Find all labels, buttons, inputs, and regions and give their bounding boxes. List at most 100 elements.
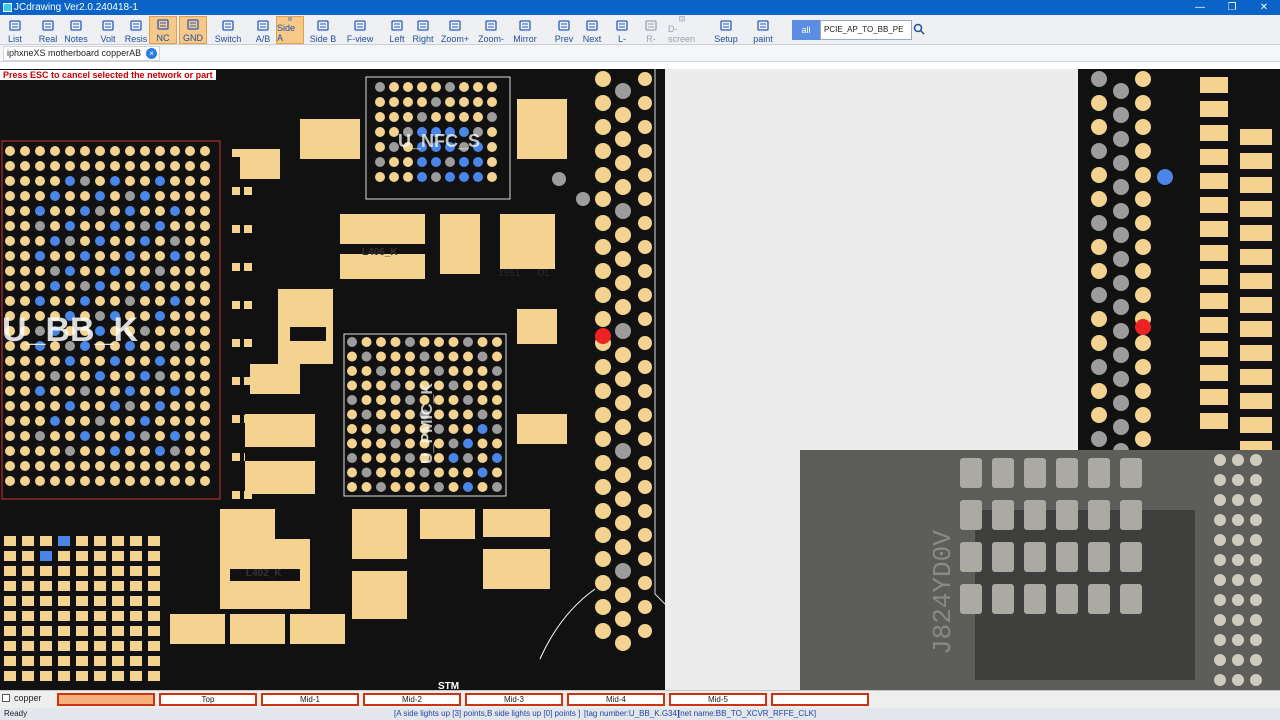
bga-ball: [170, 266, 180, 276]
ab-button[interactable]: A/B: [249, 16, 277, 44]
bga-ball: [35, 401, 45, 411]
photo-cap: [960, 500, 982, 530]
net-filter-all[interactable]: all: [792, 20, 820, 40]
pad: [232, 263, 240, 271]
side-b-button[interactable]: Side B: [309, 16, 337, 44]
bga-ball: [95, 161, 105, 171]
nfc-ball: [445, 112, 455, 122]
bga-ball: [125, 236, 135, 246]
cap: [1200, 77, 1228, 93]
layer-tab-1[interactable]: Top: [159, 693, 257, 706]
bga-ball: [185, 176, 195, 186]
copper-checkbox[interactable]: [2, 694, 10, 702]
pad-ball: [576, 192, 590, 206]
bga-ball: [140, 281, 150, 291]
r-button[interactable]: R-: [637, 16, 665, 44]
layer-tab-0[interactable]: [57, 693, 155, 706]
layer-tab-6[interactable]: Mid-5: [669, 693, 767, 706]
next-button[interactable]: Next: [578, 16, 606, 44]
bga-ball: [200, 206, 210, 216]
layer-tab-5[interactable]: Mid-4: [567, 693, 665, 706]
photo-ball: [1250, 674, 1262, 686]
board-canvas[interactable]: U_BB_K U_NFC_S U_PMIC_K L406_K 1951 OL L402_K S…: [0, 69, 1280, 690]
pad-ball: [615, 515, 631, 531]
pmic-ball: [361, 351, 372, 362]
layer-tab-3[interactable]: Mid-2: [363, 693, 461, 706]
setup-button[interactable]: Setup: [712, 16, 740, 44]
photo-ball: [1232, 454, 1244, 466]
mirror-button[interactable]: Mirror: [511, 16, 539, 44]
bga-ball: [110, 221, 120, 231]
pad-ball: [638, 144, 652, 158]
gnd-button[interactable]: GND: [179, 16, 207, 44]
pad-ball: [595, 143, 611, 159]
paint-button[interactable]: paint: [749, 16, 777, 44]
cap: [4, 566, 16, 576]
pad: [232, 415, 240, 423]
cap: [4, 611, 16, 621]
pmic-ball: [448, 366, 459, 376]
search-icon[interactable]: [913, 23, 925, 35]
cap: [130, 611, 142, 621]
component-stripe: [352, 559, 407, 571]
cap: [112, 596, 124, 606]
cap: [1240, 249, 1272, 265]
bga-ball: [50, 251, 60, 261]
nc-button[interactable]: NC: [149, 16, 177, 44]
zoom-out-button[interactable]: Zoom-: [477, 16, 505, 44]
cap: [1200, 389, 1228, 405]
list-button[interactable]: List: [1, 16, 29, 44]
cap: [1200, 149, 1228, 165]
cap: [58, 641, 70, 651]
bga-ball: [110, 401, 120, 411]
bga-ball: [140, 371, 150, 381]
pad-ball: [1091, 119, 1107, 135]
net-name-input[interactable]: PCIE_AP_TO_BB_PE: [820, 20, 912, 40]
copper-toggle[interactable]: copper: [2, 693, 42, 703]
cap: [40, 641, 52, 651]
left-button[interactable]: Left: [383, 16, 411, 44]
cap: [76, 536, 88, 546]
pmic-ball: [361, 424, 372, 434]
layer-tab-2[interactable]: Mid-1: [261, 693, 359, 706]
real-button[interactable]: Real: [34, 16, 62, 44]
bga-ball: [110, 281, 120, 291]
pad-ball: [615, 467, 631, 483]
pmic-ball: [463, 351, 473, 362]
close-window-button[interactable]: ✕: [1248, 0, 1280, 15]
bga-ball: [50, 281, 60, 291]
right-button[interactable]: Right: [409, 16, 437, 44]
d-screen-button[interactable]: D-screen: [668, 16, 696, 44]
bga-ball: [95, 446, 105, 456]
pmic-ball: [463, 438, 473, 449]
cap: [1240, 417, 1272, 433]
zoom-in-button[interactable]: Zoom+: [441, 16, 469, 44]
f-view-button[interactable]: F-view: [346, 16, 374, 44]
nfc-ball: [431, 97, 441, 107]
restore-button[interactable]: ❐: [1216, 0, 1248, 15]
prev-button[interactable]: Prev: [550, 16, 578, 44]
cap: [94, 671, 106, 681]
minimize-button[interactable]: —: [1184, 0, 1216, 15]
pad-ball: [1113, 251, 1129, 267]
resis-button[interactable]: Resis: [122, 16, 150, 44]
bga-ball: [155, 431, 165, 441]
switch-button[interactable]: Switch: [214, 16, 242, 44]
layer-tab-4[interactable]: Mid-3: [465, 693, 563, 706]
cap: [76, 566, 88, 576]
tab-motherboard[interactable]: iphxneXS motherboard copperAB ×: [3, 46, 161, 61]
bga-ball: [140, 176, 150, 186]
l-button[interactable]: L-: [608, 16, 636, 44]
photo-ball: [1214, 674, 1226, 686]
side-a-button[interactable]: Side A: [276, 16, 304, 44]
list-label: List: [7, 34, 22, 44]
bga-ball: [35, 461, 45, 471]
close-tab-icon[interactable]: ×: [146, 48, 158, 59]
tab-label: iphxneXS motherboard copperAB: [7, 48, 142, 58]
bga-ball: [95, 206, 105, 216]
pad-ball: [638, 264, 652, 278]
notes-button[interactable]: Notes: [62, 16, 90, 44]
volt-button[interactable]: Volt: [94, 16, 122, 44]
layer-tab-7[interactable]: [771, 693, 869, 706]
net-filter[interactable]: all PCIE_AP_TO_BB_PE: [792, 20, 912, 40]
